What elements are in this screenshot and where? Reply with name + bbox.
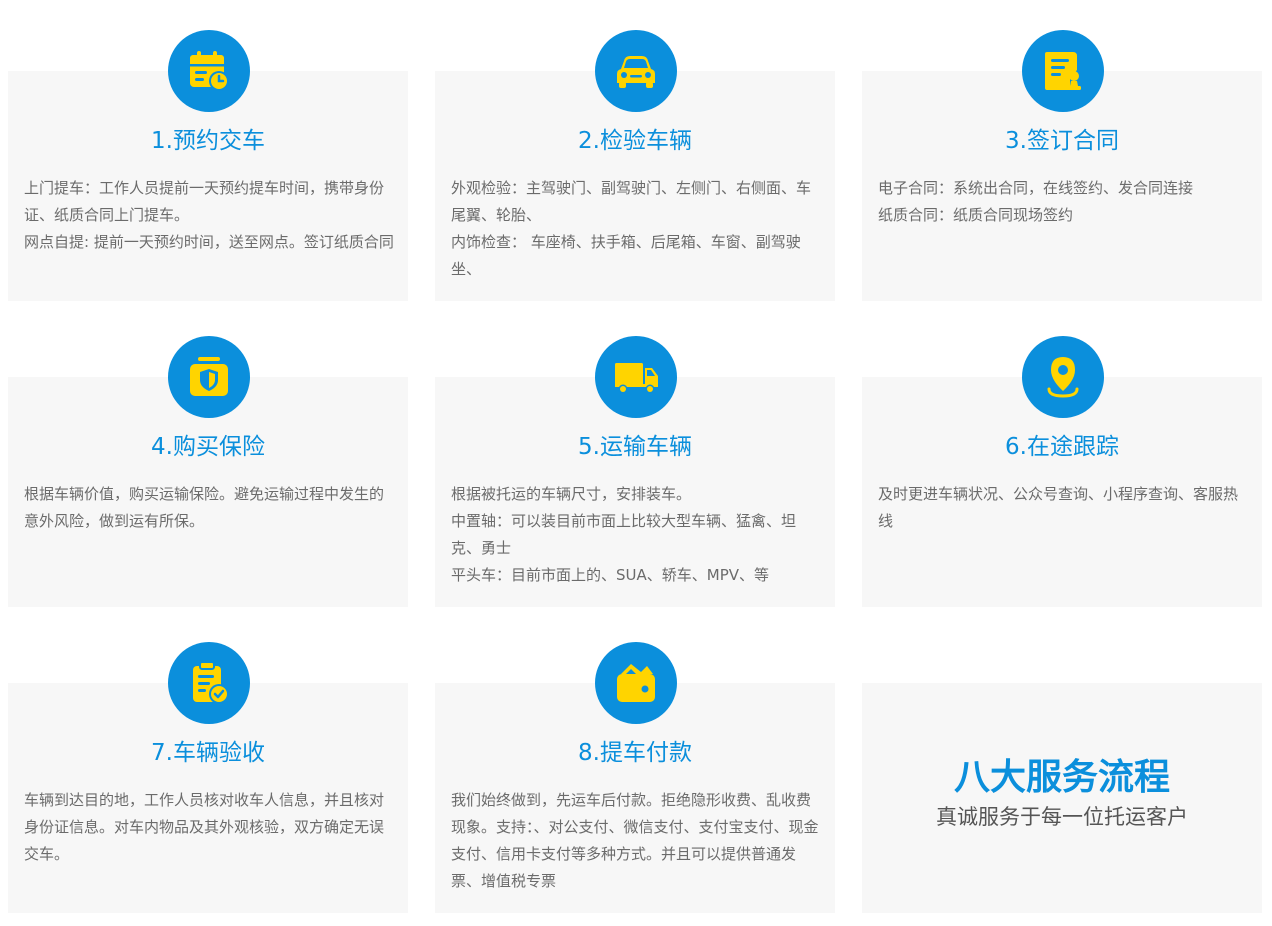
insurance-shield-icon <box>190 357 228 396</box>
step-description-line: 及时更进车辆状况、公众号查询、小程序查询、客服热线 <box>878 485 1239 530</box>
step-description: 上门提车：工作人员提前一天预约提车时间，携带身份证、纸质合同上门提车。 网点自提… <box>24 175 394 256</box>
step-card-1: 1.预约交车 上门提车：工作人员提前一天预约提车时间，携带身份证、纸质合同上门提… <box>8 30 408 301</box>
step-title: 2.检验车辆 <box>578 128 692 154</box>
step-description-line: 车辆到达目的地，工作人员核对收车人信息，并且核对身份证信息。对车内物品及其外观核… <box>24 791 385 863</box>
step-description-line: 平头车：目前市面上的、SUA、轿车、MPV、等 <box>451 566 770 584</box>
step-icon-circle <box>595 642 677 724</box>
step-description: 我们始终做到，先运车后付款。拒绝隐形收费、乱收费现象。支持：、对公支付、微信支付… <box>451 787 821 895</box>
step-description: 外观检验：主驾驶门、副驾驶门、左侧门、右侧面、车尾翼、轮胎、 内饰检查： 车座椅… <box>451 175 821 283</box>
summary-title: 八大服务流程 <box>953 757 1170 798</box>
step-description-line: 纸质合同：纸质合同现场签约 <box>878 206 1074 224</box>
step-card-4: 4.购买保险 根据车辆价值，购买运输保险。避免运输过程中发生的意外风险，做到运有… <box>8 336 408 607</box>
step-icon-circle <box>168 30 250 112</box>
step-card-8: 8.提车付款 我们始终做到，先运车后付款。拒绝隐形收费、乱收费现象。支持：、对公… <box>435 642 835 913</box>
step-icon-circle <box>595 336 677 418</box>
step-description-line: 根据车辆价值，购买运输保险。避免运输过程中发生的意外风险，做到运有所保。 <box>24 485 385 530</box>
wallet-icon <box>617 664 655 702</box>
step-description-line: 中置轴：可以装目前市面上比较大型车辆、猛禽、坦克、勇士 <box>451 512 797 557</box>
step-description-line: 电子合同：系统出合同，在线签约、发合同连接 <box>878 179 1194 197</box>
step-title: 8.提车付款 <box>578 740 692 766</box>
summary-subtitle: 真诚服务于每一位托运客户 <box>936 805 1188 829</box>
service-process-grid: 1.预约交车 上门提车：工作人员提前一天预约提车时间，携带身份证、纸质合同上门提… <box>0 0 1272 926</box>
truck-icon <box>615 363 658 394</box>
step-description-line: 外观检验：主驾驶门、副驾驶门、左侧门、右侧面、车尾翼、轮胎、 <box>451 179 812 224</box>
step-card-5: 5.运输车辆 根据被托运的车辆尺寸，安排装车。 中置轴：可以装目前市面上比较大型… <box>435 336 835 607</box>
calendar-clock-icon <box>190 51 229 91</box>
step-description: 根据被托运的车辆尺寸，安排装车。 中置轴：可以装目前市面上比较大型车辆、猛禽、坦… <box>451 481 821 589</box>
contract-seal-icon <box>1045 52 1081 90</box>
step-description-line: 上门提车：工作人员提前一天预约提车时间，携带身份证、纸质合同上门提车。 <box>24 179 385 224</box>
step-card-6: 6.在途跟踪 及时更进车辆状况、公众号查询、小程序查询、客服热线 <box>862 336 1262 607</box>
step-description: 车辆到达目的地，工作人员核对收车人信息，并且核对身份证信息。对车内物品及其外观核… <box>24 787 394 868</box>
location-pin-icon <box>1047 357 1079 398</box>
step-description: 及时更进车辆状况、公众号查询、小程序查询、客服热线 <box>878 481 1248 535</box>
step-icon-circle <box>1022 336 1104 418</box>
step-title: 6.在途跟踪 <box>1005 434 1119 460</box>
step-title: 1.预约交车 <box>151 128 265 154</box>
step-title: 7.车辆验收 <box>151 740 265 766</box>
car-icon <box>617 56 655 88</box>
step-description-line: 根据被托运的车辆尺寸，安排装车。 <box>451 485 692 503</box>
step-icon-circle <box>595 30 677 112</box>
step-card-2: 2.检验车辆 外观检验：主驾驶门、副驾驶门、左侧门、右侧面、车尾翼、轮胎、 内饰… <box>435 30 835 301</box>
step-title: 5.运输车辆 <box>578 434 692 460</box>
step-description-line: 内饰检查： 车座椅、扶手箱、后尾箱、车窗、副驾驶坐、 <box>451 233 801 278</box>
step-icon-circle <box>168 336 250 418</box>
summary-card: 八大服务流程 真诚服务于每一位托运客户 <box>862 683 1262 913</box>
step-icon-circle <box>168 642 250 724</box>
step-card-3: 3.签订合同 电子合同：系统出合同，在线签约、发合同连接 纸质合同：纸质合同现场… <box>862 30 1262 301</box>
step-card-7: 7.车辆验收 车辆到达目的地，工作人员核对收车人信息，并且核对身份证信息。对车内… <box>8 642 408 913</box>
clipboard-check-icon <box>193 661 229 704</box>
step-description: 电子合同：系统出合同，在线签约、发合同连接 纸质合同：纸质合同现场签约 <box>878 175 1248 229</box>
step-title: 4.购买保险 <box>151 434 265 460</box>
step-title: 3.签订合同 <box>1005 128 1119 154</box>
step-icon-circle <box>1022 30 1104 112</box>
step-description-line: 我们始终做到，先运车后付款。拒绝隐形收费、乱收费现象。支持：、对公支付、微信支付… <box>451 791 819 890</box>
step-description: 根据车辆价值，购买运输保险。避免运输过程中发生的意外风险，做到运有所保。 <box>24 481 394 535</box>
step-description-line: 网点自提: 提前一天预约时间，送至网点。签订纸质合同 <box>24 233 394 251</box>
